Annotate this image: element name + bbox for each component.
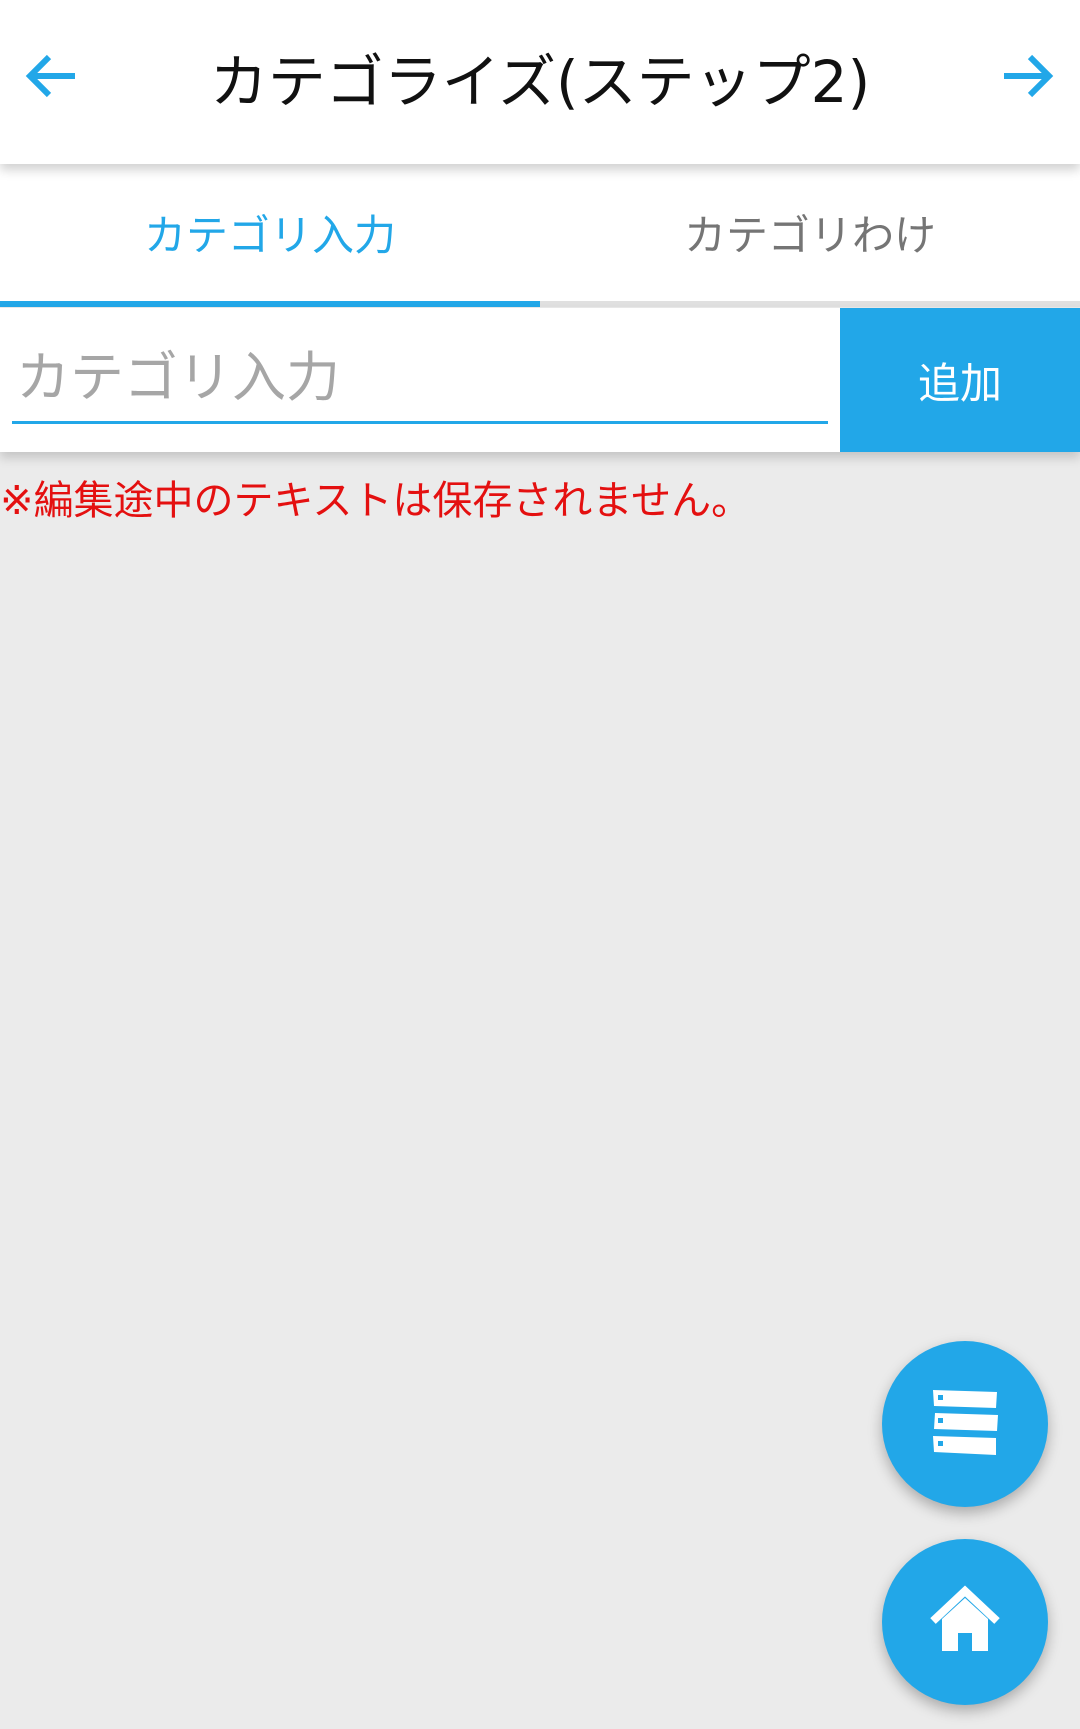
forward-button[interactable] [991,42,1063,114]
category-list-fab[interactable] [882,1341,1048,1507]
home-icon [927,1585,1003,1659]
back-button[interactable] [16,42,88,114]
tab-bar: カテゴリ入力 カテゴリわけ [0,164,1080,307]
unsaved-warning: ※編集途中のテキストは保存されません。 [0,478,752,524]
tab-category-sort[interactable]: カテゴリわけ [540,164,1080,301]
arrow-left-icon [25,52,79,104]
category-input[interactable] [12,334,828,424]
app-bar: カテゴライズ(ステップ2) [0,0,1080,164]
arrow-right-icon [1000,52,1054,104]
category-input-panel: 追加 [0,308,1080,452]
tab-indicator [0,301,540,307]
add-button[interactable]: 追加 [840,308,1080,452]
home-fab[interactable] [882,1539,1048,1705]
category-list-icon [929,1386,1001,1462]
tab-category-input[interactable]: カテゴリ入力 [0,164,540,301]
page-title: カテゴライズ(ステップ2) [209,48,871,116]
